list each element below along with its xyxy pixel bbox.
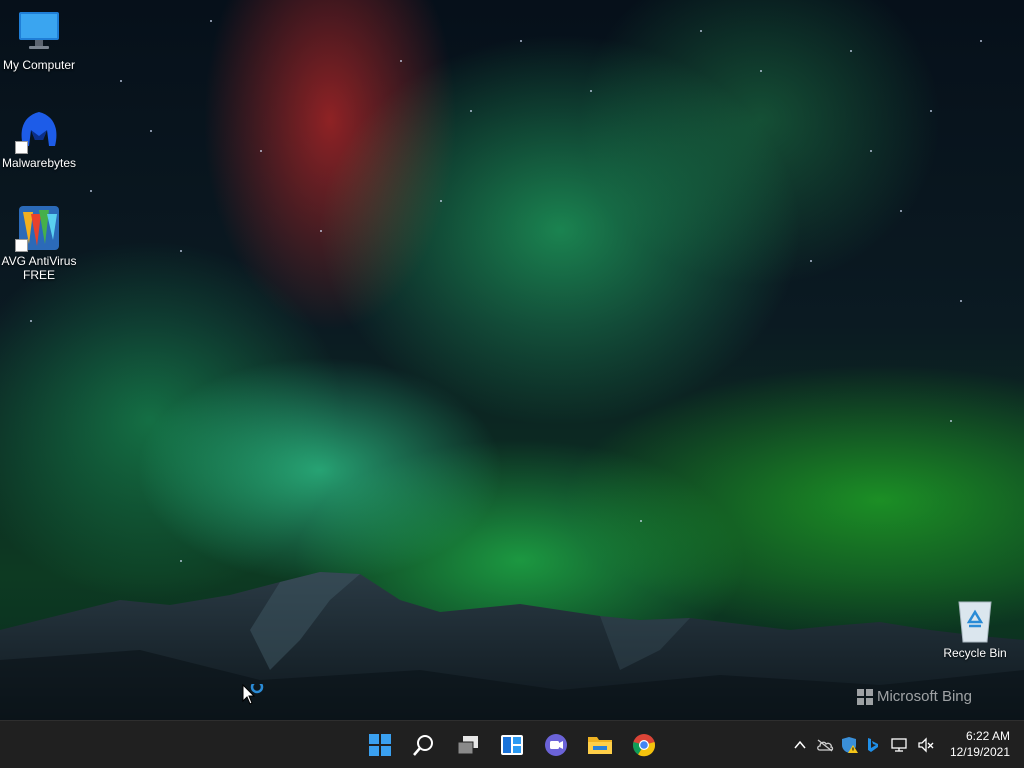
widgets-button[interactable] — [494, 727, 530, 763]
network-icon — [891, 738, 907, 752]
show-hidden-icons-button[interactable] — [790, 735, 810, 755]
volume-tray-button[interactable] — [916, 735, 936, 755]
busy-cursor-icon — [242, 684, 264, 705]
clock-date: 12/19/2021 — [949, 745, 1010, 759]
desktop-icon-label: Recycle Bin — [943, 646, 1007, 660]
recycle-bin-icon — [951, 596, 999, 644]
desktop-icon-malwarebytes[interactable]: Malwarebytes — [0, 106, 78, 170]
security-warning-icon — [842, 737, 858, 753]
desktop-icon-my-computer[interactable]: My Computer — [0, 8, 78, 72]
taskbar-clock[interactable]: 6:22 AM 12/19/2021 — [950, 728, 1010, 760]
file-explorer-icon — [588, 737, 612, 754]
desktop-icon-label: AVG AntiVirus FREE — [1, 254, 77, 282]
chevron-up-icon — [794, 740, 806, 749]
shortcut-arrow-icon — [15, 141, 28, 154]
clock-time: 6:22 AM — [965, 729, 1010, 743]
monitor-icon — [15, 8, 63, 56]
teams-chat-icon — [545, 734, 567, 756]
network-tray-button[interactable] — [890, 735, 910, 755]
desktop-icon-recycle-bin[interactable]: Recycle Bin — [936, 596, 1014, 660]
search-button[interactable] — [406, 727, 442, 763]
onedrive-tray-button[interactable] — [815, 735, 835, 755]
task-view-button[interactable] — [450, 727, 486, 763]
chrome-button[interactable] — [626, 727, 662, 763]
watermark-text: Microsoft Bing — [876, 688, 972, 705]
task-view-icon — [457, 736, 478, 755]
start-button[interactable] — [362, 727, 398, 763]
bing-watermark: Microsoft Bing — [856, 688, 972, 705]
bing-tray-button[interactable] — [863, 735, 883, 755]
desktop-icon-label: My Computer — [2, 58, 76, 72]
taskbar: 6:22 AM 12/19/2021 — [0, 720, 1024, 768]
volume-muted-icon — [918, 737, 934, 753]
microsoft-logo-icon — [856, 688, 873, 705]
file-explorer-button[interactable] — [582, 727, 618, 763]
chrome-icon — [632, 734, 656, 757]
windows-security-tray-button[interactable] — [840, 735, 860, 755]
onedrive-icon — [817, 739, 834, 752]
avg-antivirus-icon — [15, 204, 63, 252]
widgets-icon — [501, 735, 523, 755]
malwarebytes-icon — [15, 106, 63, 154]
desktop-icon-avg-antivirus[interactable]: AVG AntiVirus FREE — [0, 204, 78, 282]
desktop-background: My Computer Malwarebytes AVG AntiVirus F… — [0, 0, 1024, 720]
desktop-icon-label: Malwarebytes — [1, 156, 77, 170]
bing-icon — [868, 738, 878, 752]
shortcut-arrow-icon — [15, 239, 28, 252]
search-icon — [413, 735, 433, 756]
teams-chat-button[interactable] — [538, 727, 574, 763]
windows-start-icon — [369, 734, 391, 756]
